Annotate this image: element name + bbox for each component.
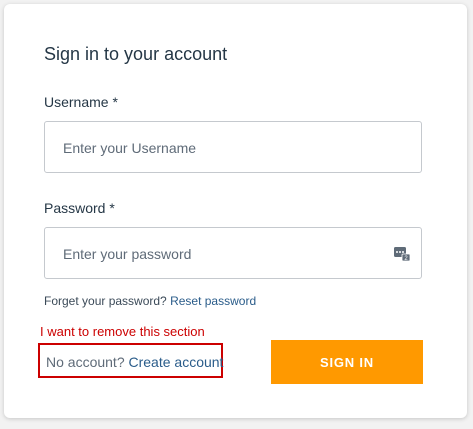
page-title: Sign in to your account [44, 44, 228, 64]
password-field[interactable] [61, 228, 385, 280]
no-account-row: No account? Create account [46, 354, 223, 370]
no-account-text: No account? [46, 354, 125, 370]
username-label: Username * [44, 94, 118, 110]
password-field-container: 2 [44, 227, 422, 280]
reset-password-link[interactable]: Reset password [170, 294, 256, 308]
create-account-link[interactable]: Create account [129, 354, 224, 370]
username-field-container [44, 121, 422, 174]
forgot-password-text: Forget your password? [44, 294, 167, 308]
signin-card: Sign in to your account Username * Passw… [4, 4, 467, 418]
username-field[interactable] [61, 122, 385, 174]
password-label: Password * [44, 200, 115, 216]
password-manager-icon[interactable]: 2 [393, 244, 411, 262]
annotation-highlight-box: No account? Create account [38, 343, 223, 378]
sign-in-button[interactable]: SIGN IN [271, 340, 423, 384]
forgot-password-row: Forget your password? Reset password [44, 294, 256, 308]
annotation-note: I want to remove this section [40, 324, 205, 339]
